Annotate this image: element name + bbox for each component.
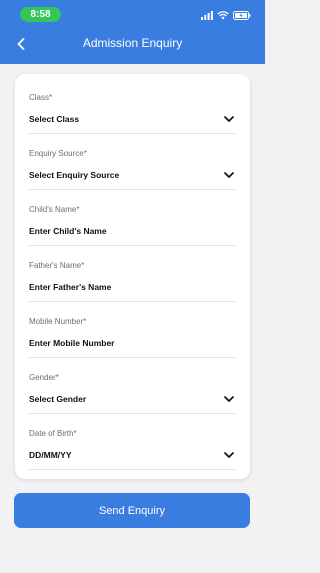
child-name-label: Child's Name*: [29, 205, 80, 214]
date-of-birth-field[interactable]: Date of Birth* DD/MM/YY: [29, 414, 236, 470]
mobile-number-field[interactable]: Mobile Number* Enter Mobile Number: [29, 302, 236, 358]
chevron-down-icon: [224, 116, 234, 122]
wifi-icon: [217, 10, 229, 19]
father-name-label: Father's Name*: [29, 261, 85, 270]
mobile-number-input[interactable]: Enter Mobile Number: [29, 338, 114, 348]
status-icons: [201, 9, 251, 21]
class-select[interactable]: Select Class: [29, 114, 79, 124]
mobile-number-label: Mobile Number*: [29, 317, 87, 326]
father-name-field[interactable]: Father's Name* Enter Father's Name: [29, 246, 236, 302]
gender-select[interactable]: Select Gender: [29, 394, 86, 404]
enquiry-source-select[interactable]: Select Enquiry Source: [29, 170, 119, 180]
gender-field[interactable]: Gender* Select Gender: [29, 358, 236, 414]
send-enquiry-button[interactable]: Send Enquiry: [14, 493, 250, 528]
class-field[interactable]: Class* Select Class: [29, 78, 236, 134]
enquiry-source-label: Enquiry Source*: [29, 149, 87, 158]
status-time: 8:58: [20, 7, 61, 22]
gender-label: Gender*: [29, 373, 59, 382]
date-of-birth-label: Date of Birth*: [29, 429, 77, 438]
child-name-input[interactable]: Enter Child's Name: [29, 226, 107, 236]
class-label: Class*: [29, 93, 53, 102]
page-title: Admission Enquiry: [82, 36, 183, 50]
chevron-down-icon: [224, 452, 234, 458]
signal-icon: [201, 10, 213, 20]
enquiry-form-card: Class* Select Class Enquiry Source* Sele…: [15, 74, 250, 479]
app-header: 8:58 Admission Enquiry: [0, 0, 265, 64]
status-bar: 8:58: [0, 0, 265, 28]
chevron-down-icon: [224, 172, 234, 178]
battery-icon: [233, 10, 251, 20]
child-name-field[interactable]: Child's Name* Enter Child's Name: [29, 190, 236, 246]
nav-bar: Admission Enquiry: [0, 32, 265, 58]
father-name-input[interactable]: Enter Father's Name: [29, 282, 111, 292]
enquiry-source-field[interactable]: Enquiry Source* Select Enquiry Source: [29, 134, 236, 190]
chevron-down-icon: [224, 396, 234, 402]
date-of-birth-picker[interactable]: DD/MM/YY: [29, 450, 72, 460]
